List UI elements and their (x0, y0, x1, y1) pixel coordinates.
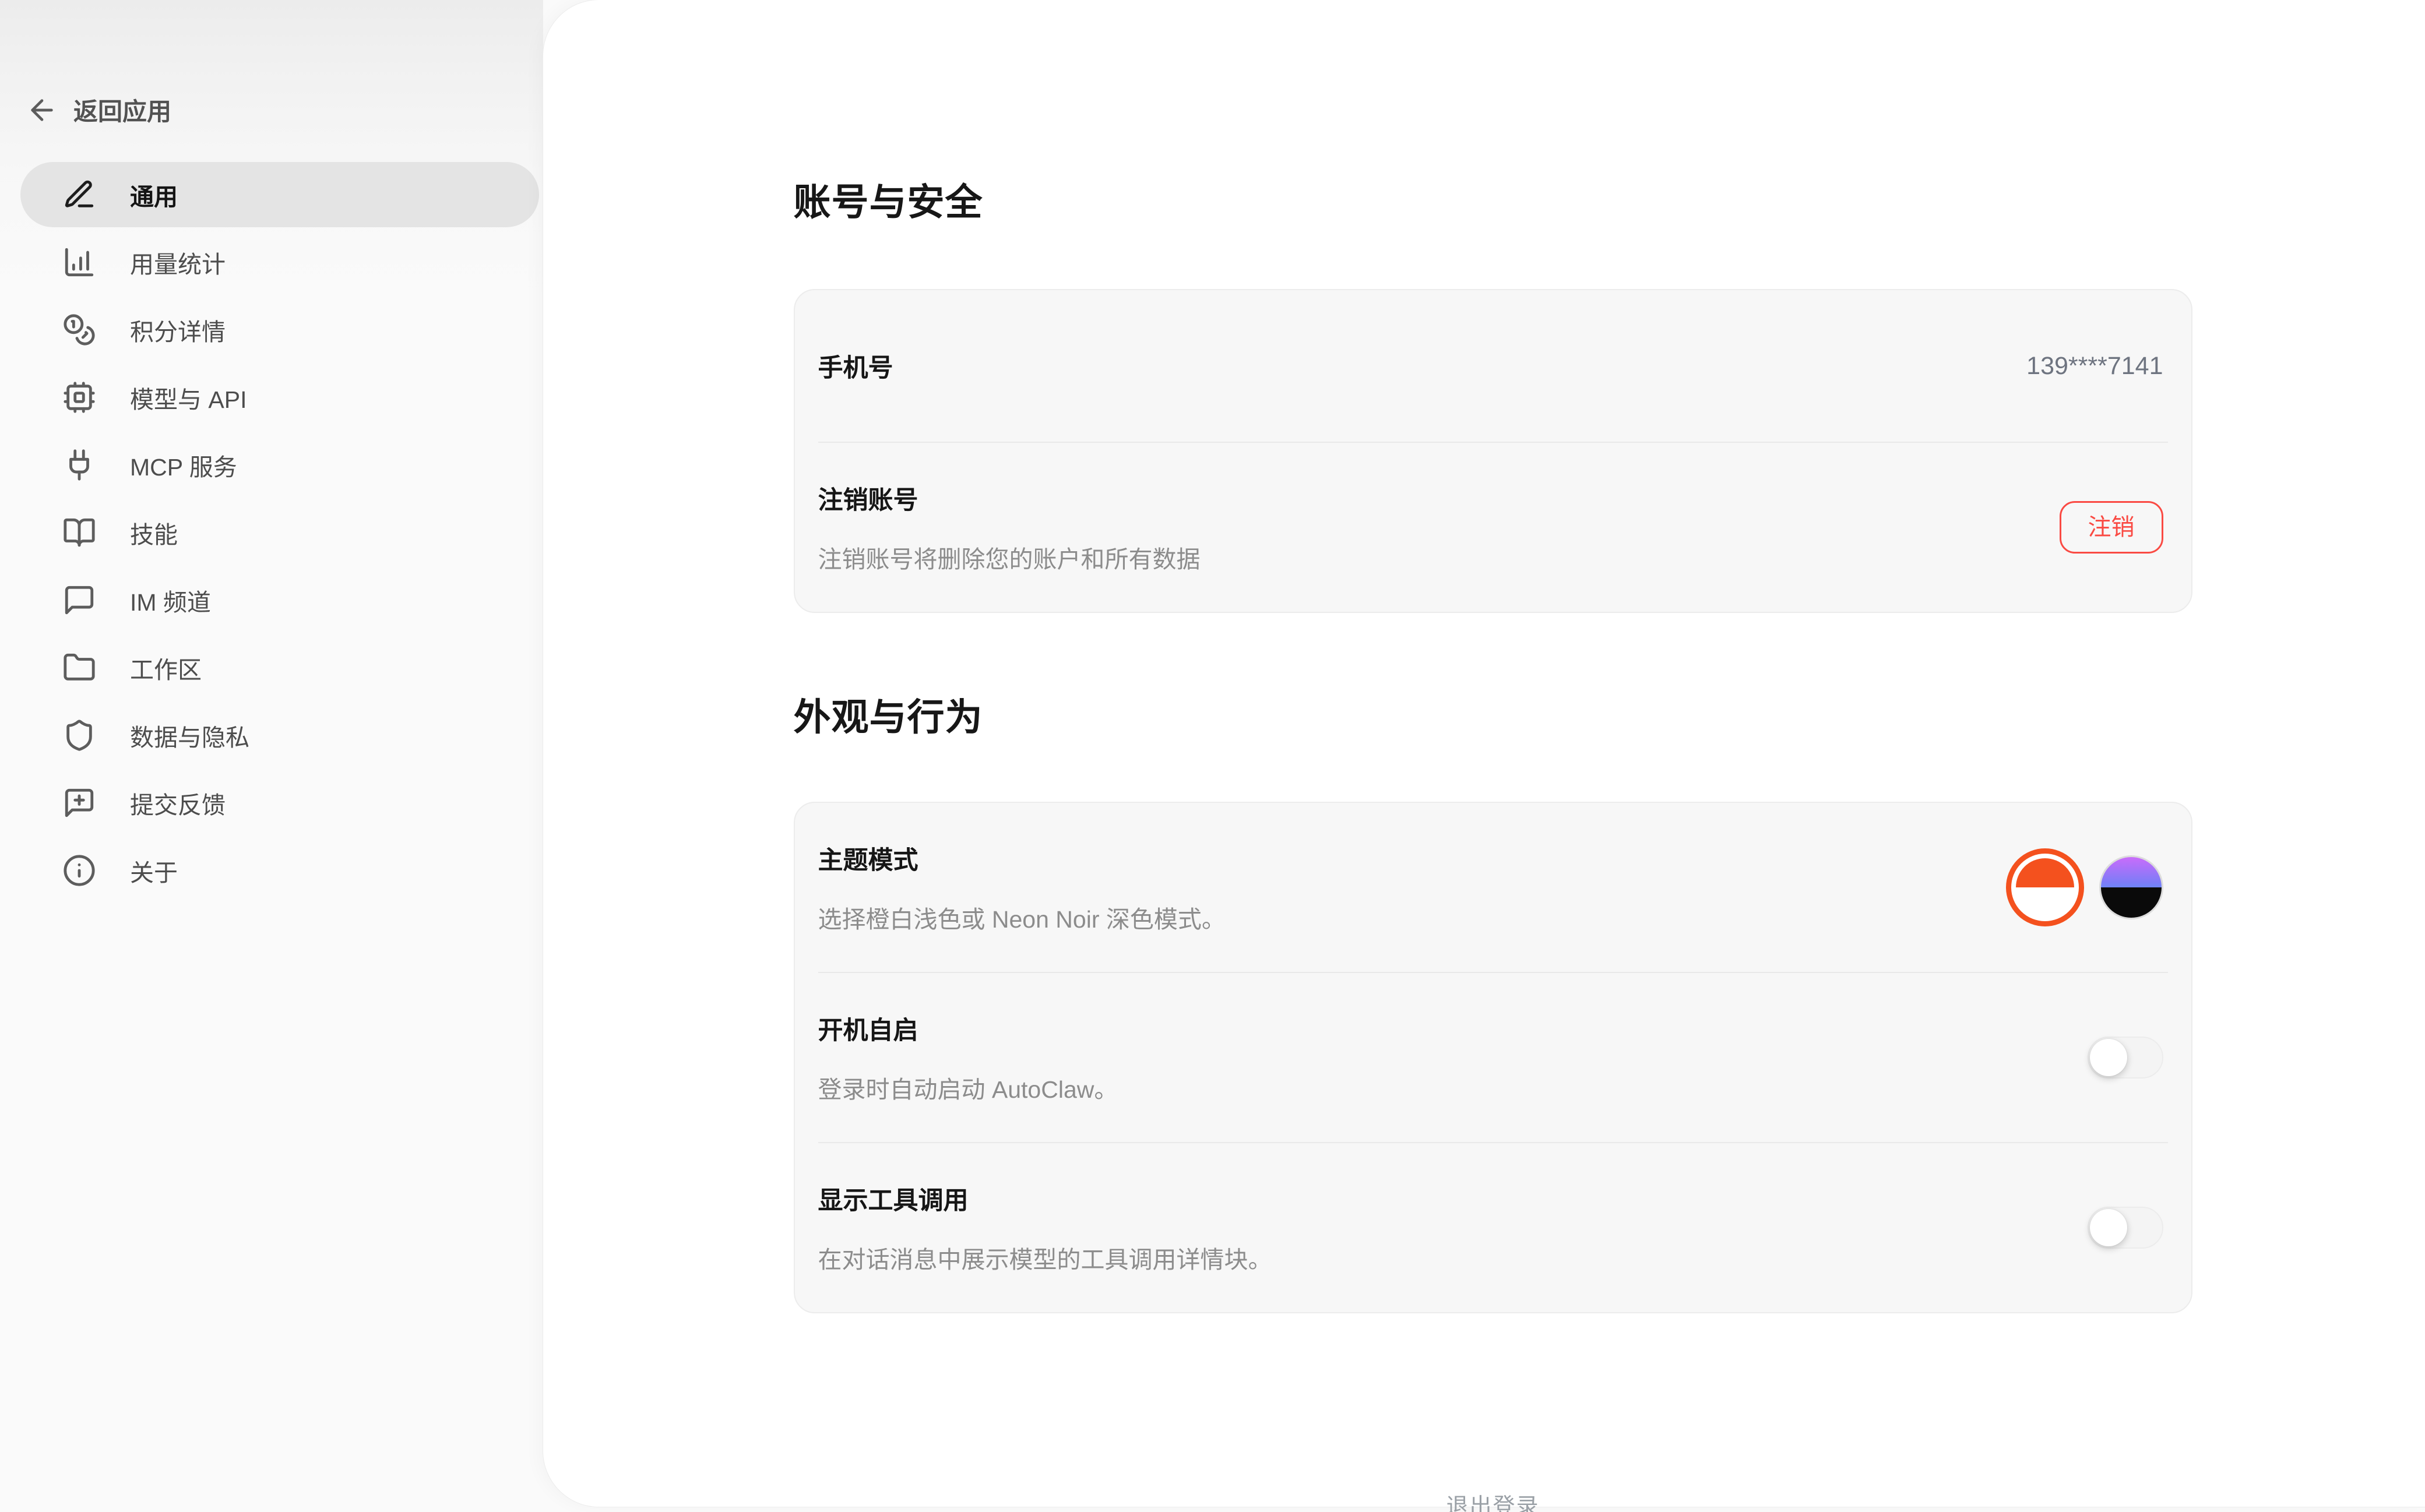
plug-icon (62, 448, 96, 482)
sidebar-item-label: 关于 (130, 853, 178, 888)
theme-option-neon-noir-dark[interactable] (2099, 855, 2163, 919)
sidebar-item-label: 提交反馈 (130, 785, 226, 820)
sidebar-item-im-channels[interactable]: IM 频道 (20, 568, 539, 633)
sidebar-item-workspace[interactable]: 工作区 (20, 635, 539, 700)
chart-column-icon (62, 245, 96, 279)
pen-line-icon (62, 178, 96, 212)
theme-option-light[interactable] (2006, 848, 2084, 926)
coins-icon (62, 313, 96, 347)
message-square-icon (62, 583, 96, 617)
delete-account-button[interactable]: 注销 (2060, 501, 2163, 554)
sidebar-item-label: 积分详情 (130, 312, 226, 347)
show-tool-calls-label: 显示工具调用 (818, 1180, 1272, 1217)
sidebar-nav: 通用 用量统计 积分详情 模型与 API MCP 服务 技能 IM 频道 (20, 162, 539, 905)
theme-options (2006, 848, 2163, 926)
message-square-plus-icon (62, 786, 96, 820)
sidebar-item-label: 模型与 API (130, 380, 247, 415)
folder-icon (62, 651, 96, 685)
sidebar-item-mcp-services[interactable]: MCP 服务 (20, 432, 539, 498)
autostart-label: 开机自启 (818, 1010, 1118, 1046)
sidebar-item-label: 数据与隐私 (130, 718, 249, 753)
sidebar-item-label: 技能 (130, 515, 178, 550)
phone-number-label: 手机号 (818, 348, 893, 384)
sidebar-item-skills[interactable]: 技能 (20, 500, 539, 565)
settings-main-panel: 账号与安全 手机号 139****7141 注销账号 注销账号将删除您的账户和所… (543, 0, 2425, 1507)
phone-number-row: 手机号 139****7141 (795, 290, 2191, 442)
toggle-knob (2090, 1209, 2127, 1246)
sidebar-item-label: 用量统计 (130, 245, 226, 280)
sidebar-item-credits[interactable]: 积分详情 (20, 297, 539, 362)
show-tool-calls-description: 在对话消息中展示模型的工具调用详情块。 (818, 1240, 1272, 1275)
sidebar-item-label: 工作区 (130, 650, 202, 685)
theme-mode-row: 主题模式 选择橙白浅色或 Neon Noir 深色模式。 (795, 803, 2191, 972)
delete-account-label: 注销账号 (818, 480, 1201, 516)
theme-mode-label: 主题模式 (818, 840, 1226, 876)
shield-icon (62, 718, 96, 752)
cpu-icon (62, 380, 96, 414)
settings-sidebar: 返回应用 通用 用量统计 积分详情 模型与 API MCP 服务 技能 (0, 0, 543, 1512)
sidebar-item-label: IM 频道 (130, 583, 211, 618)
sidebar-item-label: MCP 服务 (130, 447, 237, 482)
autostart-description: 登录时自动启动 AutoClaw。 (818, 1070, 1118, 1105)
settings-content: 账号与安全 手机号 139****7141 注销账号 注销账号将删除您的账户和所… (794, 0, 2192, 1512)
delete-account-row: 注销账号 注销账号将删除您的账户和所有数据 注销 (795, 443, 2191, 612)
appearance-behavior-card: 主题模式 选择橙白浅色或 Neon Noir 深色模式。 开机自启 登录时自动启… (794, 802, 2192, 1313)
sidebar-item-models-api[interactable]: 模型与 API (20, 365, 539, 430)
logout-area: 退出登录 (794, 1488, 2192, 1512)
book-open-icon (62, 516, 96, 549)
phone-number-value: 139****7141 (2026, 352, 2163, 380)
theme-mode-description: 选择橙白浅色或 Neon Noir 深色模式。 (818, 900, 1226, 935)
autostart-row: 开机自启 登录时自动启动 AutoClaw。 (795, 973, 2191, 1142)
logout-button[interactable]: 退出登录 (1446, 1488, 1539, 1512)
sidebar-item-usage-stats[interactable]: 用量统计 (20, 230, 539, 295)
info-icon (62, 854, 96, 887)
sidebar-item-general[interactable]: 通用 (20, 162, 539, 227)
arrow-left-icon (26, 94, 58, 126)
sidebar-item-data-privacy[interactable]: 数据与隐私 (20, 703, 539, 768)
delete-account-description: 注销账号将删除您的账户和所有数据 (818, 540, 1201, 575)
section-title-account-security: 账号与安全 (794, 172, 2192, 226)
section-title-appearance-behavior: 外观与行为 (794, 688, 2192, 741)
sidebar-item-label: 通用 (130, 177, 178, 212)
autostart-toggle[interactable] (2088, 1037, 2163, 1079)
sidebar-item-about[interactable]: 关于 (20, 838, 539, 903)
back-to-app-label: 返回应用 (73, 92, 171, 128)
theme-light-swatch-icon (2016, 858, 2074, 917)
sidebar-item-feedback[interactable]: 提交反馈 (20, 770, 539, 836)
show-tool-calls-row: 显示工具调用 在对话消息中展示模型的工具调用详情块。 (795, 1143, 2191, 1312)
back-to-app-button[interactable]: 返回应用 (26, 92, 171, 128)
show-tool-calls-toggle[interactable] (2088, 1207, 2163, 1249)
toggle-knob (2090, 1039, 2127, 1076)
account-security-card: 手机号 139****7141 注销账号 注销账号将删除您的账户和所有数据 注销 (794, 289, 2192, 613)
